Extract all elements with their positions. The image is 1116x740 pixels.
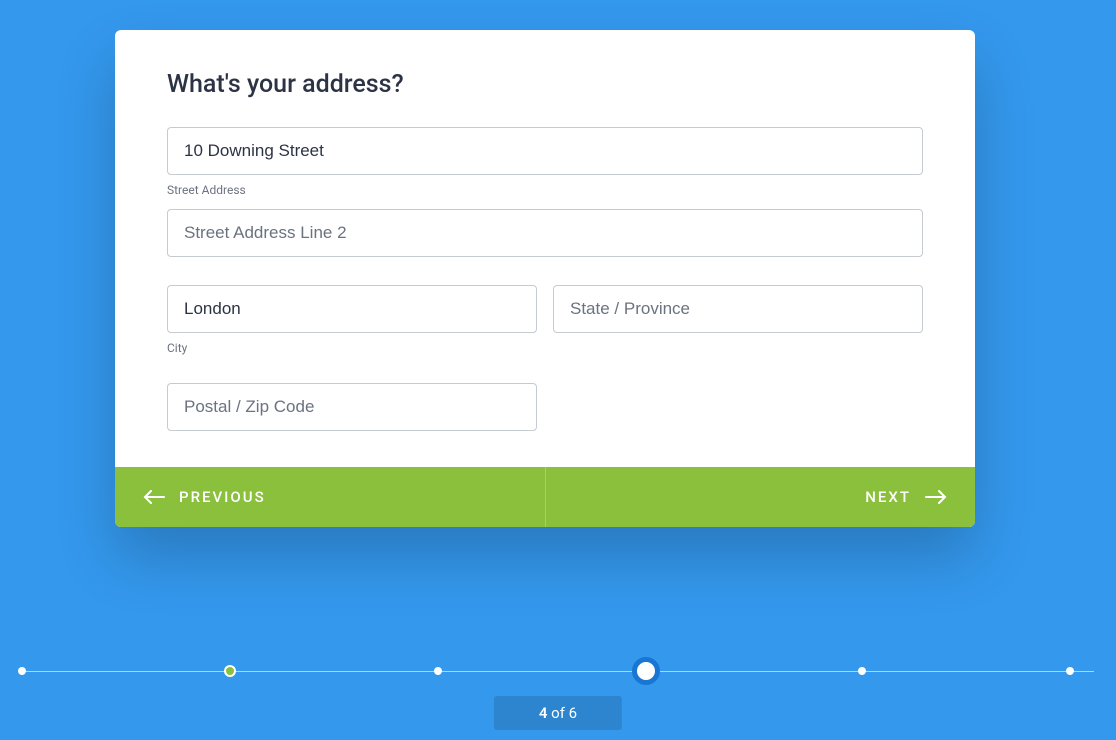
- form-heading: What's your address?: [167, 70, 923, 99]
- state-input[interactable]: [553, 285, 923, 333]
- city-input[interactable]: [167, 285, 537, 333]
- arrow-right-icon: [925, 490, 947, 504]
- progress-step-4-current[interactable]: [632, 657, 660, 685]
- postal-input[interactable]: [167, 383, 537, 431]
- previous-label: PREVIOUS: [179, 488, 266, 506]
- street-address-2-field: [167, 209, 923, 257]
- city-state-block: City: [167, 285, 923, 431]
- progress-step-6[interactable]: [1066, 667, 1074, 675]
- form-footer: PREVIOUS NEXT: [115, 467, 975, 527]
- street-address-field: Street Address: [167, 127, 923, 197]
- form-body: What's your address? Street Address City: [115, 30, 975, 467]
- state-field: [553, 285, 923, 355]
- previous-button[interactable]: PREVIOUS: [115, 467, 546, 527]
- postal-field: [167, 383, 537, 431]
- progress-of: of: [547, 704, 568, 722]
- address-block: Street Address: [167, 127, 923, 257]
- street-address-sublabel: Street Address: [167, 183, 923, 197]
- progress-step-3[interactable]: [434, 667, 442, 675]
- street-address-2-input[interactable]: [167, 209, 923, 257]
- progress-current: 4: [539, 704, 548, 722]
- progress-line: [22, 671, 1094, 672]
- street-address-input[interactable]: [167, 127, 923, 175]
- progress-step-2[interactable]: [224, 665, 236, 677]
- city-field: City: [167, 285, 537, 355]
- form-card: What's your address? Street Address City: [115, 30, 975, 527]
- progress-label: 4 of 6: [494, 696, 622, 730]
- city-state-row: City: [167, 285, 923, 355]
- city-sublabel: City: [167, 341, 537, 355]
- next-label: NEXT: [865, 488, 911, 506]
- progress-bar: 4 of 6: [0, 670, 1116, 710]
- progress-step-1[interactable]: [18, 667, 26, 675]
- progress-total: 6: [569, 704, 577, 722]
- progress-step-5[interactable]: [858, 667, 866, 675]
- next-button[interactable]: NEXT: [546, 467, 976, 527]
- arrow-left-icon: [143, 490, 165, 504]
